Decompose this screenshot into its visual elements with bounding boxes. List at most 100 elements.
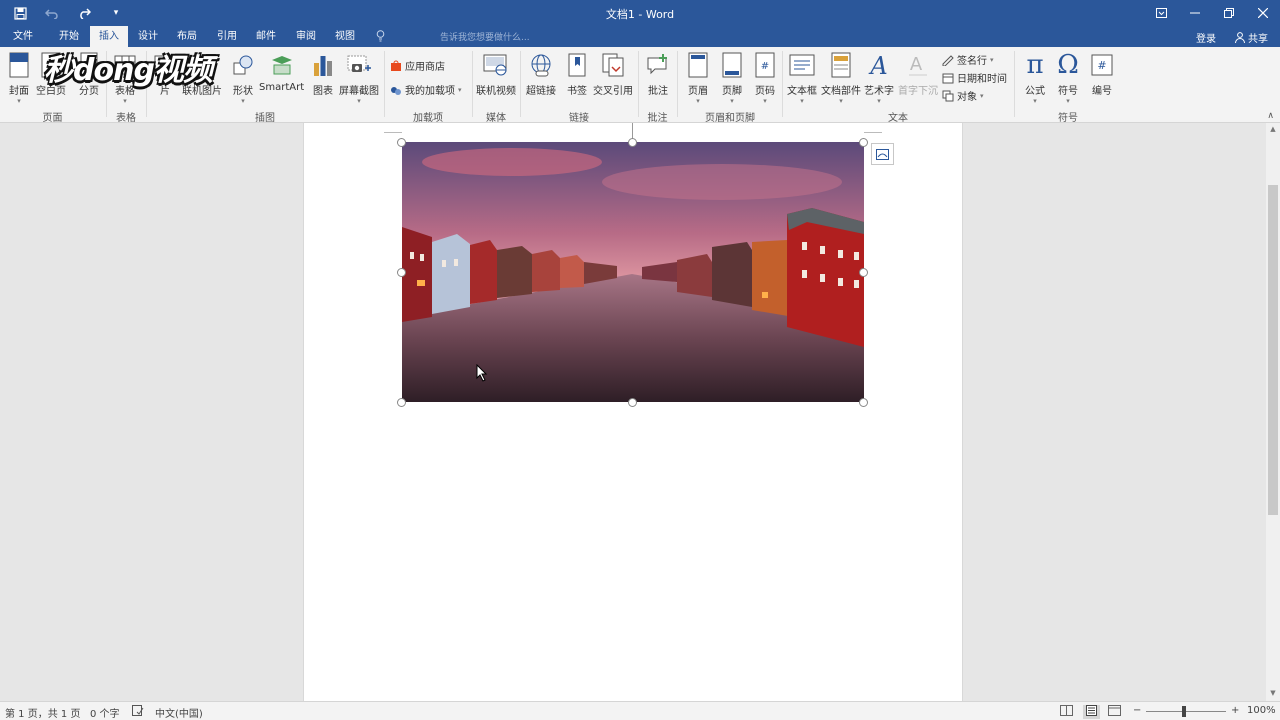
quick-access-toolbar: ▾ [6, 0, 130, 26]
screenshot-icon [346, 51, 372, 79]
page-number-button[interactable]: # 页码 ▾ [752, 51, 778, 105]
resize-handle-bottom-left[interactable] [397, 398, 406, 407]
cross-reference-button[interactable]: 交叉引用 [593, 51, 633, 97]
layout-options-icon [876, 148, 889, 160]
group-separator [472, 51, 473, 117]
quick-parts-button[interactable]: 文档部件 ▾ [821, 51, 861, 105]
shapes-button[interactable]: 形状 ▾ [230, 51, 256, 105]
tab-layout[interactable]: 布局 [168, 26, 206, 47]
ribbon-tab-bar: 文件 开始 插入 设计 布局 引用 邮件 审阅 视图 告诉我您想要做什么... … [0, 26, 1280, 47]
restore-icon[interactable] [1212, 0, 1246, 26]
addins-icon [391, 86, 401, 95]
group-label-comments: 批注 [647, 113, 668, 124]
svg-text:#: # [1097, 59, 1106, 72]
store-button[interactable]: 应用商店 [390, 58, 445, 73]
proofing-icon[interactable] [132, 705, 144, 719]
tab-mailings[interactable]: 邮件 [247, 26, 285, 47]
resize-handle-top-right[interactable] [859, 138, 868, 147]
group-label-media: 媒体 [486, 113, 506, 124]
resize-handle-bottom-right[interactable] [859, 398, 868, 407]
wordart-button[interactable]: A 艺术字 ▾ [864, 51, 894, 105]
tab-references[interactable]: 引用 [208, 26, 246, 47]
zoom-level[interactable]: 100% [1247, 705, 1276, 716]
page-number-icon: # [752, 51, 778, 79]
group-label-symbols: 符号 [1058, 113, 1078, 124]
language-indicator[interactable]: 中文(中国) [155, 705, 203, 720]
collapse-ribbon-icon[interactable]: ∧ [1267, 111, 1274, 121]
close-icon[interactable] [1246, 0, 1280, 26]
scroll-down-icon[interactable]: ▼ [1266, 689, 1280, 697]
chart-button[interactable]: 图表 [310, 51, 336, 97]
zoom-slider[interactable] [1146, 711, 1226, 712]
customize-qat-icon[interactable]: ▾ [102, 1, 130, 25]
resize-handle-top[interactable] [628, 138, 637, 147]
footer-icon [719, 51, 745, 79]
my-addins-button[interactable]: 我的加载项 ▾ [390, 82, 462, 97]
svg-text:#: # [761, 61, 769, 72]
scroll-thumb[interactable] [1268, 185, 1278, 515]
equation-button[interactable]: π 公式 ▾ [1022, 50, 1048, 105]
cover-page-icon [6, 51, 32, 79]
scroll-up-icon[interactable]: ▲ [1266, 125, 1280, 133]
share-button[interactable]: 共享 [1235, 30, 1268, 45]
ribbon-display-icon[interactable] [1144, 0, 1178, 26]
tab-review[interactable]: 审阅 [287, 26, 325, 47]
online-video-button[interactable]: 联机视频 [476, 51, 516, 97]
numbering-button[interactable]: # 编号 [1089, 51, 1115, 97]
svg-text:A: A [910, 54, 923, 75]
layout-options-button[interactable] [871, 143, 894, 165]
zoom-out-icon[interactable]: − [1133, 705, 1141, 716]
undo-icon[interactable] [38, 1, 66, 25]
group-separator [384, 51, 385, 117]
resize-handle-right[interactable] [859, 268, 868, 277]
calendar-icon [942, 73, 954, 83]
resize-handle-top-left[interactable] [397, 138, 406, 147]
redo-icon[interactable] [70, 1, 98, 25]
save-icon[interactable] [6, 1, 34, 25]
word-count[interactable]: 0 个字 [90, 705, 120, 720]
store-icon [391, 60, 401, 71]
textbox-icon [789, 51, 815, 79]
screenshot-button[interactable]: 屏幕截图 ▾ [339, 51, 379, 105]
date-time-button[interactable]: 日期和时间 [942, 70, 1007, 85]
lightbulb-icon[interactable] [370, 26, 390, 47]
tab-file[interactable]: 文件 [4, 26, 42, 47]
dropcap-button[interactable]: A 首字下沉 [898, 51, 938, 97]
zoom-slider-thumb[interactable] [1182, 706, 1186, 717]
cross-reference-icon [600, 51, 626, 79]
group-separator [782, 51, 783, 117]
object-button[interactable]: 对象 ▾ [942, 88, 984, 103]
comment-button[interactable]: 批注 [645, 51, 671, 97]
footer-button[interactable]: 页脚 ▾ [719, 51, 745, 105]
vertical-scrollbar[interactable]: ▲ ▼ [1266, 123, 1280, 701]
tab-design[interactable]: 设计 [129, 26, 167, 47]
page-count[interactable]: 第 1 页，共 1 页 [5, 705, 80, 720]
resize-handle-bottom[interactable] [628, 398, 637, 407]
margin-mark [384, 123, 402, 133]
symbol-button[interactable]: Ω 符号 ▾ [1055, 50, 1081, 105]
cover-page-button[interactable]: 封面 ▾ [6, 51, 32, 105]
tab-insert[interactable]: 插入 [90, 26, 128, 47]
inserted-picture[interactable] [402, 142, 864, 402]
header-button[interactable]: 页眉 ▾ [685, 51, 711, 105]
svg-text:A: A [868, 52, 887, 78]
tab-view[interactable]: 视图 [326, 26, 364, 47]
minimize-icon[interactable] [1178, 0, 1212, 26]
zoom-in-icon[interactable]: + [1231, 705, 1239, 716]
hyperlink-button[interactable]: 超链接 [526, 51, 556, 97]
print-layout-icon[interactable] [1083, 705, 1100, 719]
signature-line-button[interactable]: 签名行 ▾ [942, 52, 994, 67]
smartart-button[interactable]: SmartArt [259, 51, 304, 93]
window-title: 文档1 - Word [605, 8, 675, 21]
bookmark-button[interactable]: 书签 [564, 51, 590, 97]
tab-home[interactable]: 开始 [50, 26, 88, 47]
read-mode-icon[interactable] [1060, 705, 1073, 719]
tell-me-search[interactable]: 告诉我您想要做什么... [440, 30, 530, 43]
textbox-button[interactable]: 文本框 ▾ [787, 51, 817, 105]
web-layout-icon[interactable] [1108, 705, 1121, 719]
wordart-icon: A [866, 51, 892, 79]
login-link[interactable]: 登录 [1196, 30, 1216, 45]
resize-handle-left[interactable] [397, 268, 406, 277]
group-label-pages: 页面 [42, 113, 63, 124]
group-separator [1014, 51, 1015, 117]
